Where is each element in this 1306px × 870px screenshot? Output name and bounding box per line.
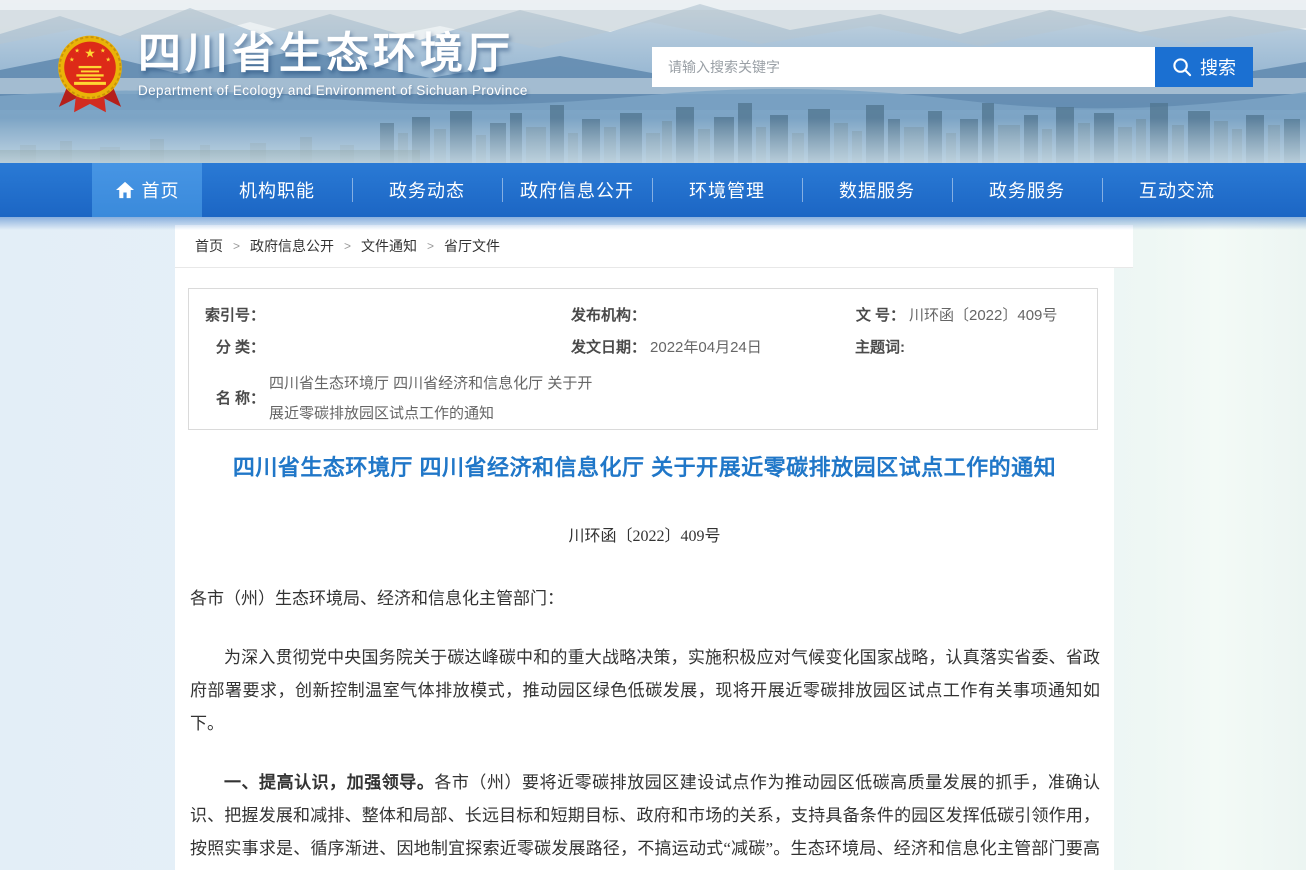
meta-name-value: 四川省生态环境厅 四川省经济和信息化厅 关于开展近零碳排放园区试点工作的通知 <box>269 369 601 429</box>
nav-item-data-services[interactable]: 数据服务 <box>802 163 952 217</box>
home-icon <box>115 181 135 199</box>
search-button-label: 搜索 <box>1200 54 1236 80</box>
site-title: 四川省生态环境厅 <box>138 28 528 82</box>
site-header: ★ ★ ★ ★ ★ 四川省生态环境厅 Department of Ecology… <box>0 0 1306 163</box>
meta-docno-label: 文 号： <box>839 305 905 327</box>
meta-keywords-label: 主题词: <box>839 337 905 359</box>
main-nav: 首页 机构职能 政务动态 政府信息公开 环境管理 数据服务 政务服务 互动交流 <box>0 163 1306 217</box>
nav-item-interaction[interactable]: 互动交流 <box>1102 163 1252 217</box>
meta-keywords: 主题词: <box>839 337 1083 359</box>
breadcrumb-department-files[interactable]: 省厅文件 <box>444 236 500 256</box>
svg-text:★: ★ <box>105 56 111 63</box>
brand-text: 四川省生态环境厅 Department of Ecology and Envir… <box>138 28 528 98</box>
breadcrumb-separator: > <box>427 239 434 253</box>
meta-category-label: 分 类： <box>199 337 265 359</box>
meta-docno-value: 川环函〔2022〕409号 <box>909 305 1057 327</box>
nav-item-label: 政府信息公开 <box>520 177 634 203</box>
search-button[interactable]: 搜索 <box>1155 47 1253 87</box>
meta-date-value: 2022年04月24日 <box>650 337 762 359</box>
svg-text:★: ★ <box>84 46 96 61</box>
meta-docno: 文 号： 川环函〔2022〕409号 <box>839 305 1083 327</box>
search-bar: 搜索 <box>652 47 1253 87</box>
breadcrumb: 首页 > 政府信息公开 > 文件通知 > 省厅文件 <box>175 225 1133 268</box>
nav-item-label: 政务服务 <box>989 177 1065 203</box>
breadcrumb-home[interactable]: 首页 <box>195 236 223 256</box>
brand[interactable]: ★ ★ ★ ★ ★ 四川省生态环境厅 Department of Ecology… <box>52 28 528 116</box>
nav-item-label: 数据服务 <box>839 177 915 203</box>
site-subtitle: Department of Ecology and Environment of… <box>138 83 528 98</box>
breadcrumb-info-disclosure[interactable]: 政府信息公开 <box>250 236 334 256</box>
salutation: 各市（州）生态环境局、经济和信息化主管部门： <box>190 582 1100 615</box>
meta-name-label: 名 称： <box>199 388 265 410</box>
section-heading: 一、提高认识，加强领导。 <box>224 773 434 792</box>
nav-item-label: 机构职能 <box>239 177 315 203</box>
breadcrumb-separator: > <box>344 239 351 253</box>
doc-meta-box: 索引号： 发布机构： 文 号： 川环函〔2022〕409号 分 类： 发文日期：… <box>188 288 1098 430</box>
nav-item-label: 政务动态 <box>389 177 465 203</box>
document-title: 四川省生态环境厅 四川省经济和信息化厅 关于开展近零碳排放园区试点工作的通知 <box>175 450 1114 482</box>
search-input[interactable] <box>652 47 1155 87</box>
nav-item-home[interactable]: 首页 <box>92 163 202 217</box>
nav-item-env-management[interactable]: 环境管理 <box>652 163 802 217</box>
nav-item-label: 互动交流 <box>1139 177 1215 203</box>
svg-text:★: ★ <box>100 47 106 54</box>
nav-item-gov-news[interactable]: 政务动态 <box>352 163 502 217</box>
svg-text:★: ★ <box>74 47 80 54</box>
document-number: 川环函〔2022〕409号 <box>175 522 1114 546</box>
meta-index-label: 索引号： <box>199 305 265 327</box>
nav-item-gov-services[interactable]: 政务服务 <box>952 163 1102 217</box>
nav-item-label: 首页 <box>142 177 180 203</box>
meta-agency: 发布机构： <box>571 305 839 327</box>
paragraph-1: 为深入贯彻党中央国务院关于碳达峰碳中和的重大战略决策，实施积极应对气候变化国家战… <box>190 641 1100 740</box>
content-panel: 索引号： 发布机构： 文 号： 川环函〔2022〕409号 分 类： 发文日期：… <box>175 268 1114 870</box>
nav-item-info-disclosure[interactable]: 政府信息公开 <box>502 163 652 217</box>
svg-text:★: ★ <box>69 56 75 63</box>
paragraph-2: 一、提高认识，加强领导。各市（州）要将近零碳排放园区建设试点作为推动园区低碳高质… <box>190 766 1100 870</box>
national-emblem-logo: ★ ★ ★ ★ ★ <box>52 28 128 116</box>
meta-agency-label: 发布机构： <box>571 305 646 327</box>
meta-category: 分 类： <box>199 337 571 359</box>
meta-index: 索引号： <box>199 305 571 327</box>
meta-date-label: 发文日期： <box>571 337 646 359</box>
nav-item-duties[interactable]: 机构职能 <box>202 163 352 217</box>
document-body: 各市（州）生态环境局、经济和信息化主管部门： 为深入贯彻党中央国务院关于碳达峰碳… <box>190 582 1100 870</box>
meta-name: 名 称： 四川省生态环境厅 四川省经济和信息化厅 关于开展近零碳排放园区试点工作… <box>199 369 1083 429</box>
page: ★ ★ ★ ★ ★ 四川省生态环境厅 Department of Ecology… <box>0 0 1306 870</box>
nav-item-label: 环境管理 <box>689 177 765 203</box>
meta-date: 发文日期： 2022年04月24日 <box>571 337 839 359</box>
breadcrumb-separator: > <box>233 239 240 253</box>
search-icon <box>1172 57 1192 77</box>
breadcrumb-file-notices[interactable]: 文件通知 <box>361 236 417 256</box>
